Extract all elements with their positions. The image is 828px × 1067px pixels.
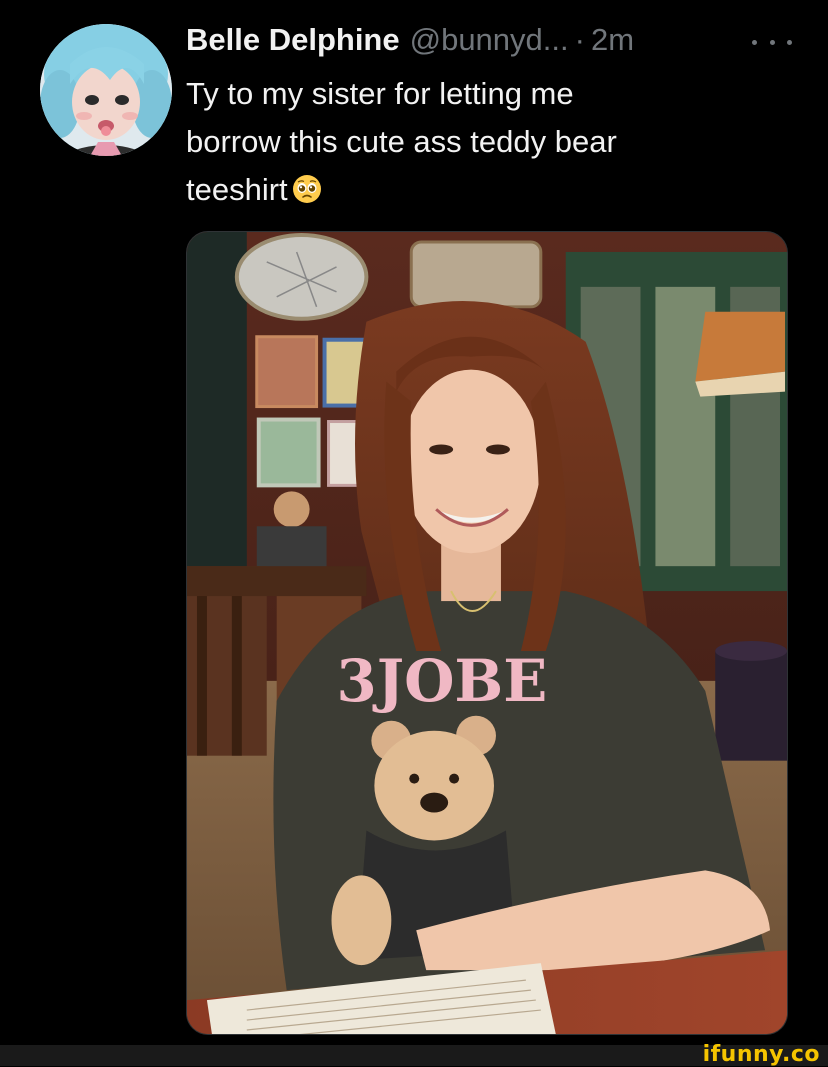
photo-image: 3JOBE (187, 232, 787, 1034)
display-name[interactable]: Belle Delphine (186, 22, 400, 58)
more-dot (787, 39, 792, 45)
tweet-text-body: Ty to my sister for letting me borrow th… (186, 76, 617, 207)
more-dot (769, 39, 775, 45)
avatar-image (40, 24, 172, 156)
avatar[interactable] (40, 24, 172, 156)
svg-text:3JOBE: 3JOBE (337, 647, 548, 715)
tweet-text: Ty to my sister for letting me borrow th… (186, 70, 786, 214)
separator-dot: · (574, 22, 585, 57)
tweet-header: Belle Delphine @bunnyd... · 2m (186, 22, 634, 66)
user-handle[interactable]: @bunnyd... (410, 22, 569, 58)
tweet-media-photo[interactable]: 3JOBE (186, 231, 788, 1035)
more-horizontal-icon[interactable] (752, 32, 792, 52)
more-dot (752, 39, 757, 45)
ifunny-watermark: ifunny.co (702, 1042, 820, 1067)
pleading-face-icon (292, 174, 322, 204)
tweet: Belle Delphine @bunnyd... · 2m Ty to my … (0, 0, 828, 1045)
timestamp[interactable]: 2m (591, 22, 634, 58)
